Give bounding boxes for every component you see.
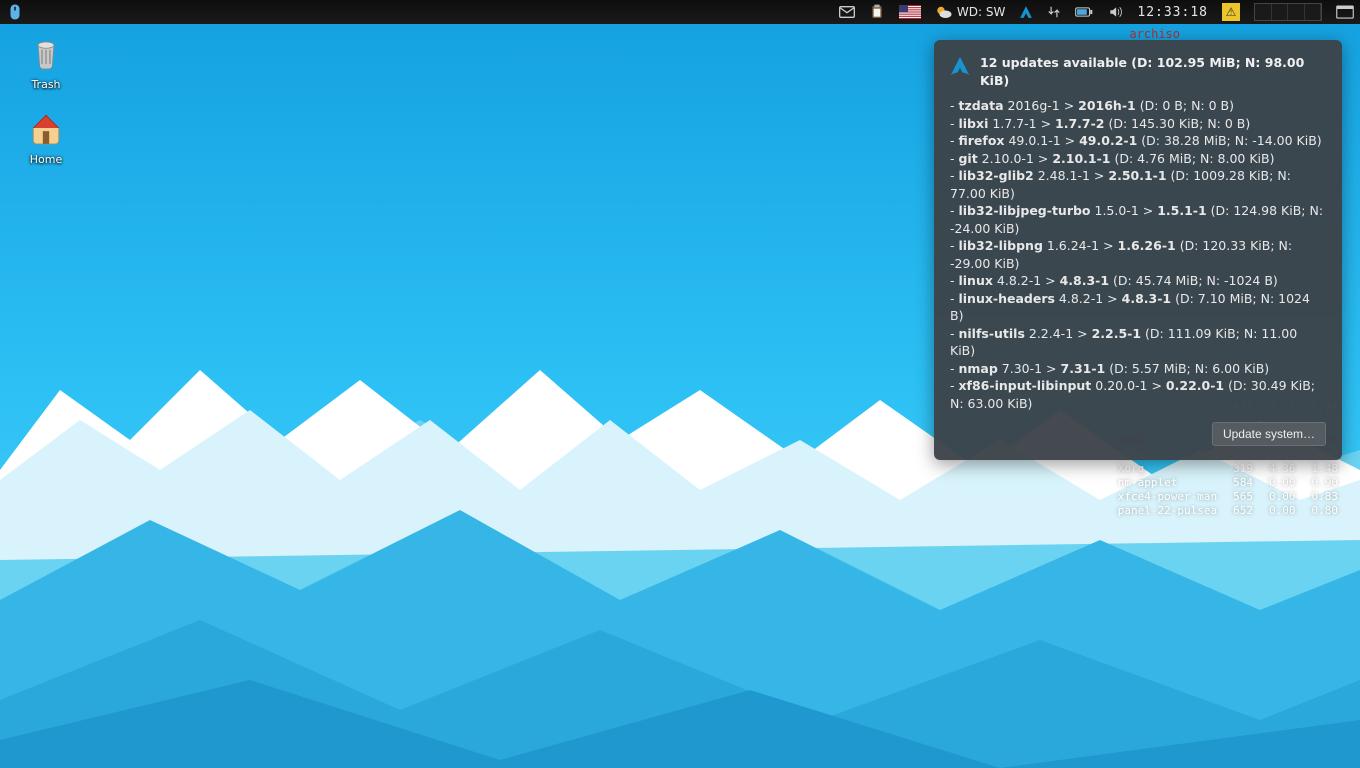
update-notification-popup: 12 updates available (D: 102.95 MiB; N: … xyxy=(934,40,1342,460)
weather-text: WD: SW xyxy=(957,5,1005,19)
conky-process-row: nm-applet5840.000.90 xyxy=(1110,476,1346,490)
update-line: - linux-headers 4.8.2-1 > 4.8.3-1 (D: 7.… xyxy=(950,290,1326,325)
update-line: - git 2.10.0-1 > 2.10.1-1 (D: 4.76 MiB; … xyxy=(950,150,1326,168)
network-indicator[interactable] xyxy=(1045,5,1063,19)
sysmon-graph xyxy=(1254,3,1322,21)
update-line: - xf86-input-libinput 0.20.0-1 > 0.22.0-… xyxy=(950,377,1326,412)
home-label: Home xyxy=(18,153,74,166)
volume-indicator[interactable] xyxy=(1105,5,1125,19)
conky-process-row: panel-22-pulsea6520.000.80 xyxy=(1110,504,1346,518)
mouse-icon xyxy=(6,3,24,21)
battery-icon xyxy=(1075,6,1093,18)
update-line: - nilfs-utils 2.2.4-1 > 2.2.5-1 (D: 111.… xyxy=(950,325,1326,360)
trash-desktop-icon[interactable]: Trash xyxy=(18,34,74,91)
speaker-icon xyxy=(1107,5,1123,19)
top-panel: WD: SW 12:33:18 ⚠ xyxy=(0,0,1360,24)
network-updown-icon xyxy=(1047,5,1061,19)
envelope-icon xyxy=(839,6,855,18)
update-line: - tzdata 2016g-1 > 2016h-1 (D: 0 B; N: 0… xyxy=(950,97,1326,115)
update-line: - linux 4.8.2-1 > 4.8.3-1 (D: 45.74 MiB;… xyxy=(950,272,1326,290)
popup-title: 12 updates available (D: 102.95 MiB; N: … xyxy=(980,54,1326,89)
show-desktop-button[interactable] xyxy=(1334,5,1356,19)
trash-label: Trash xyxy=(18,78,74,91)
update-line: - nmap 7.30-1 > 7.31-1 (D: 5.57 MiB; N: … xyxy=(950,360,1326,378)
weather-indicator[interactable]: WD: SW xyxy=(933,3,1007,21)
show-desktop-icon xyxy=(1336,5,1354,19)
arch-logo-icon xyxy=(950,56,970,76)
clipboard-icon xyxy=(869,4,885,20)
update-indicator[interactable] xyxy=(1017,5,1035,19)
hostname-label: archiso xyxy=(1129,27,1180,41)
arch-icon xyxy=(1019,5,1033,19)
update-line: - lib32-glib2 2.48.1-1 > 2.50.1-1 (D: 10… xyxy=(950,167,1326,202)
conky-process-row: xfce4-power-man5650.000.83 xyxy=(1110,490,1346,504)
battery-indicator[interactable] xyxy=(1073,6,1095,18)
update-line: - lib32-libpng 1.6.24-1 > 1.6.26-1 (D: 1… xyxy=(950,237,1326,272)
system-monitor-applet[interactable] xyxy=(1252,3,1324,21)
mail-indicator[interactable] xyxy=(837,6,857,18)
update-system-button[interactable]: Update system… xyxy=(1212,422,1326,446)
conky-process-row: Xorg3194.361.48 xyxy=(1110,462,1346,476)
update-line: - libxi 1.7.7-1 > 1.7.7-2 (D: 145.30 KiB… xyxy=(950,115,1326,133)
desktop-icons: Trash Home xyxy=(18,34,74,166)
update-list: - tzdata 2016g-1 > 2016h-1 (D: 0 B; N: 0… xyxy=(950,97,1326,412)
clipboard-indicator[interactable] xyxy=(867,4,887,20)
notification-indicator[interactable]: ⚠ xyxy=(1220,3,1242,21)
notification-icon: ⚠ xyxy=(1222,3,1240,21)
update-line: - lib32-libjpeg-turbo 1.5.0-1 > 1.5.1-1 … xyxy=(950,202,1326,237)
clock[interactable]: 12:33:18 xyxy=(1135,5,1210,20)
update-line: - firefox 49.0.1-1 > 49.0.2-1 (D: 38.28 … xyxy=(950,132,1326,150)
applications-menu-button[interactable] xyxy=(4,3,26,21)
keyboard-layout-indicator[interactable] xyxy=(897,5,923,19)
us-flag-icon xyxy=(899,5,921,19)
home-desktop-icon[interactable]: Home xyxy=(18,109,74,166)
home-icon xyxy=(27,109,65,147)
trash-icon xyxy=(27,34,65,72)
weather-cloud-icon xyxy=(935,3,953,21)
